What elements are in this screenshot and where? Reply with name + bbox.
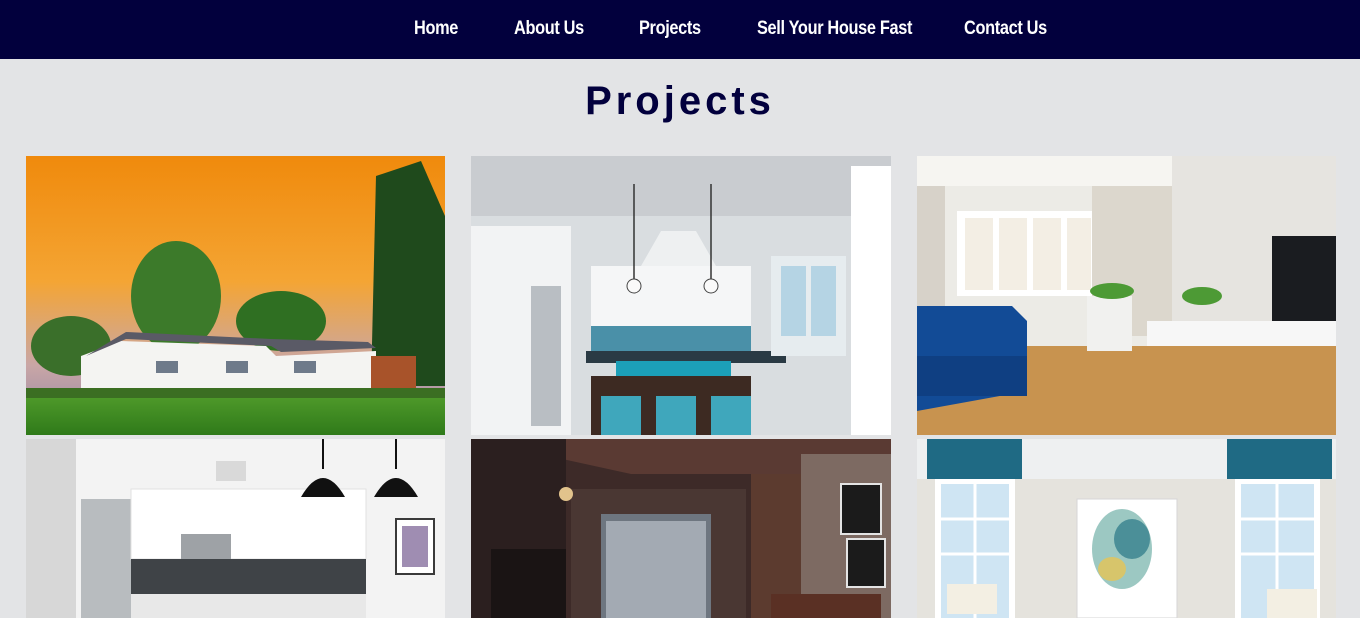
bedroom-windows-art-photo[interactable] (917, 439, 1336, 618)
nav-home-link[interactable]: Home (414, 16, 458, 42)
white-kitchen-pendant-photo[interactable] (26, 439, 445, 618)
page-title: Projects (585, 79, 775, 123)
nav-contact-us-link[interactable]: Contact Us (964, 16, 1047, 42)
kitchen-island-image (471, 156, 891, 435)
house-exterior-photo[interactable] (26, 156, 445, 435)
living-room-blue-sofa-photo[interactable] (917, 156, 1336, 435)
house-exterior-image (26, 156, 445, 435)
nav-about-us-link[interactable]: About Us (514, 16, 584, 42)
dark-wood-room-photo[interactable] (471, 439, 891, 618)
top-navbar: Home About Us Projects Sell Your House F… (0, 0, 1360, 59)
bedroom-image (917, 439, 1336, 618)
nav-sell-your-house-fast-link[interactable]: Sell Your House Fast (757, 16, 912, 42)
living-room-image (917, 156, 1336, 435)
nav-projects-link[interactable]: Projects (639, 16, 701, 42)
dark-room-image (471, 439, 891, 618)
white-kitchen-image (26, 439, 445, 618)
kitchen-island-photo[interactable] (471, 156, 891, 435)
